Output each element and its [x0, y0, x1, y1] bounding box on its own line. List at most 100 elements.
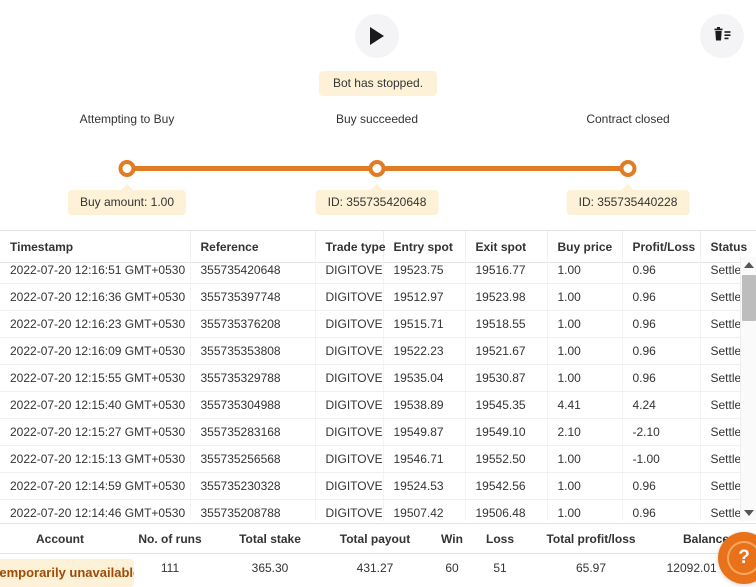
cell-profit-loss: 0.96	[622, 499, 701, 521]
cell-exit-spot: 19521.67	[465, 337, 548, 365]
journal-rows-viewport[interactable]: 2022-07-20 12:16:51 GMT+0530 355735420648…	[0, 257, 740, 521]
cell-status: Settled	[700, 257, 740, 284]
cell-buy-price: 1.00	[547, 499, 623, 521]
table-row[interactable]: 2022-07-20 12:14:59 GMT+0530 355735230328…	[0, 472, 740, 500]
cell-profit-loss: 0.96	[622, 283, 701, 311]
cell-exit-spot: 19542.56	[465, 472, 548, 500]
stage-label-buy-succeeded: Buy succeeded	[335, 112, 419, 126]
table-row[interactable]: 2022-07-20 12:15:55 GMT+0530 355735329788…	[0, 364, 740, 392]
summary-header-loss: Loss	[474, 524, 526, 554]
cell-entry-spot: 19538.89	[383, 391, 466, 419]
table-row[interactable]: 2022-07-20 12:16:23 GMT+0530 355735376208…	[0, 310, 740, 338]
cell-buy-price: 1.00	[547, 364, 623, 392]
cell-timestamp: 2022-07-20 12:14:46 GMT+0530	[0, 499, 191, 521]
trash-icon	[711, 24, 733, 49]
cell-timestamp: 2022-07-20 12:15:13 GMT+0530	[0, 445, 191, 473]
cell-exit-spot: 19506.48	[465, 499, 548, 521]
stage-label-attempting-to-buy: Attempting to Buy	[79, 112, 175, 126]
journal-scrollbar[interactable]	[740, 257, 756, 521]
cell-entry-spot: 19524.53	[383, 472, 466, 500]
cell-reference: 355735397748	[190, 283, 316, 311]
cell-trade-type: DIGITOVE	[315, 472, 384, 500]
cell-timestamp: 2022-07-20 12:16:09 GMT+0530	[0, 337, 191, 365]
bot-status-message: Bot has stopped.	[318, 71, 438, 96]
cell-entry-spot: 19523.75	[383, 257, 466, 284]
stage-tooltip-buy-amount: Buy amount: 1.00	[67, 184, 187, 215]
play-icon	[368, 26, 386, 46]
cell-timestamp: 2022-07-20 12:16:23 GMT+0530	[0, 310, 191, 338]
cell-exit-spot: 19545.35	[465, 391, 548, 419]
cell-status: Settled	[700, 364, 740, 392]
cell-buy-price: 1.00	[547, 283, 623, 311]
clear-log-button[interactable]	[700, 14, 744, 58]
cell-timestamp: 2022-07-20 12:15:27 GMT+0530	[0, 418, 191, 446]
cell-status: Settled	[700, 499, 740, 521]
scroll-up-arrow-icon[interactable]	[741, 257, 756, 273]
cell-reference: 355735376208	[190, 310, 316, 338]
summary-header-total-stake: Total stake	[220, 524, 320, 554]
question-mark-icon: ?	[727, 541, 756, 575]
progress-node-attempting-to-buy[interactable]	[118, 160, 136, 177]
cell-entry-spot: 19546.71	[383, 445, 466, 473]
cell-reference: 355735329788	[190, 364, 316, 392]
scrollbar-thumb[interactable]	[742, 275, 756, 321]
table-row[interactable]: 2022-07-20 12:15:13 GMT+0530 355735256568…	[0, 445, 740, 473]
cell-trade-type: DIGITOVE	[315, 310, 384, 338]
cell-entry-spot: 19512.97	[383, 283, 466, 311]
cell-entry-spot: 19522.23	[383, 337, 466, 365]
stage-label-contract-closed: Contract closed	[586, 112, 670, 126]
cell-reference: 355735353808	[190, 337, 316, 365]
table-row[interactable]: 2022-07-20 12:16:51 GMT+0530 355735420648…	[0, 257, 740, 284]
stage-tooltip-buy-id: ID: 355735420648	[315, 184, 439, 215]
cell-timestamp: 2022-07-20 12:16:51 GMT+0530	[0, 257, 191, 284]
journal-body-table: 2022-07-20 12:16:51 GMT+0530 355735420648…	[0, 257, 740, 521]
cell-trade-type: DIGITOVE	[315, 418, 384, 446]
summary-value-loss: 51	[493, 561, 507, 575]
summary-header-total-profit-loss: Total profit/loss	[526, 524, 656, 554]
cell-trade-type: DIGITOVE	[315, 337, 384, 365]
summary-header-runs: No. of runs	[120, 524, 220, 554]
summary-value-total-profit-loss: 65.97	[575, 561, 607, 575]
cell-entry-spot: 19549.87	[383, 418, 466, 446]
progress-node-contract-closed[interactable]	[619, 160, 637, 177]
cell-trade-type: DIGITOVE	[315, 364, 384, 392]
cell-entry-spot: 19515.71	[383, 310, 466, 338]
cell-reference: 355735230328	[190, 472, 316, 500]
table-row[interactable]: 2022-07-20 12:16:36 GMT+0530 355735397748…	[0, 283, 740, 311]
summary-value-win: 60	[445, 561, 459, 575]
table-row[interactable]: 2022-07-20 12:16:09 GMT+0530 355735353808…	[0, 337, 740, 365]
scroll-down-arrow-icon[interactable]	[741, 505, 756, 521]
cell-trade-type: DIGITOVE	[315, 283, 384, 311]
trade-progress: Attempting to Buy Buy succeeded Contract…	[0, 112, 756, 217]
cell-reference: 355735304988	[190, 391, 316, 419]
cell-status: Settled	[700, 418, 740, 446]
cell-trade-type: DIGITOVE	[315, 391, 384, 419]
journal-table: Timestamp Reference Trade type Entry spo…	[0, 230, 756, 521]
cell-buy-price: 1.00	[547, 472, 623, 500]
cell-exit-spot: 19518.55	[465, 310, 548, 338]
cell-trade-type: DIGITOVE	[315, 499, 384, 521]
cell-profit-loss: 0.96	[622, 310, 701, 338]
cell-buy-price: 2.10	[547, 418, 623, 446]
summary-header-account: Account	[0, 524, 120, 554]
cell-profit-loss: 4.24	[622, 391, 701, 419]
cell-profit-loss: -2.10	[622, 418, 701, 446]
cell-buy-price: 1.00	[547, 445, 623, 473]
stage-tooltip-contract-id: ID: 355735440228	[566, 184, 690, 215]
progress-node-buy-succeeded[interactable]	[368, 160, 386, 177]
cell-profit-loss: 0.96	[622, 364, 701, 392]
run-bot-button[interactable]	[355, 14, 399, 58]
cell-status: Settled	[700, 337, 740, 365]
cell-buy-price: 1.00	[547, 310, 623, 338]
summary-value-total-payout: 431.27	[356, 561, 394, 575]
table-row[interactable]: 2022-07-20 12:15:40 GMT+0530 355735304988…	[0, 391, 740, 419]
table-row[interactable]: 2022-07-20 12:15:27 GMT+0530 355735283168…	[0, 418, 740, 446]
table-row[interactable]: 2022-07-20 12:14:46 GMT+0530 355735208788…	[0, 499, 740, 521]
cell-exit-spot: 19523.98	[465, 283, 548, 311]
bot-runner-panel: Bot has stopped. Attempting to Buy Buy s…	[0, 0, 756, 587]
cell-entry-spot: 19535.04	[383, 364, 466, 392]
cell-buy-price: 1.00	[547, 257, 623, 284]
cell-status: Settled	[700, 472, 740, 500]
summary-header-total-payout: Total payout	[320, 524, 430, 554]
cell-status: Settled	[700, 445, 740, 473]
